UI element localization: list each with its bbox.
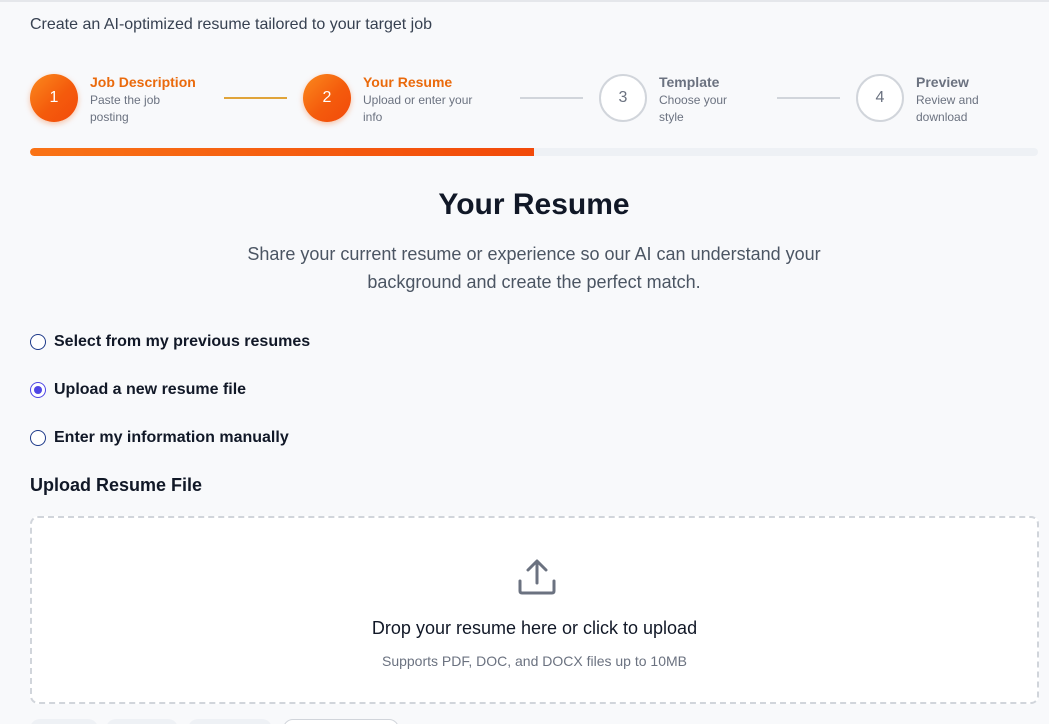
stepper: 1 Job Description Paste the job posting …: [30, 72, 1038, 124]
step-description-line: download: [916, 110, 968, 124]
step-title: Template: [659, 74, 720, 90]
section-title: Your Resume: [438, 188, 630, 221]
option-enter-manually[interactable]: Enter my information manually: [30, 426, 310, 450]
file-dropzone[interactable]: Drop your resume here or click to upload…: [30, 516, 1039, 704]
radio-label: Select from my previous resumes: [54, 333, 311, 350]
step-number-badge: 3: [599, 74, 647, 122]
step-connector: [777, 97, 840, 99]
dropzone-secondary-text: Supports PDF, DOC, and DOCX files up to …: [381, 653, 687, 669]
radio-button[interactable]: [30, 334, 46, 350]
upload-heading: Upload Resume File: [30, 475, 203, 495]
step-template[interactable]: 3 Template Choose your style: [599, 72, 727, 125]
top-divider: [0, 0, 1049, 2]
step-description-line: Paste the job: [90, 93, 161, 107]
step-job-description[interactable]: 1 Job Description Paste the job posting: [30, 72, 196, 125]
progress-bar: [30, 148, 1038, 156]
step-number-badge: 4: [856, 74, 904, 122]
step-connector: [224, 97, 287, 99]
tag-chip[interactable]: [188, 719, 272, 724]
step-title: Job Description: [90, 74, 196, 90]
step-description-line: Upload or enter your: [363, 93, 473, 107]
step-description-line: posting: [90, 110, 129, 124]
radio-button[interactable]: [30, 430, 46, 446]
page-subtitle: Create an AI-optimized resume tailored t…: [30, 16, 432, 33]
step-preview[interactable]: 4 Preview Review and download: [856, 72, 979, 125]
option-select-previous[interactable]: Select from my previous resumes: [30, 330, 310, 354]
step-your-resume[interactable]: 2 Your Resume Upload or enter your info: [303, 72, 472, 125]
step-connector: [520, 97, 583, 99]
resume-source-options: Select from my previous resumes Upload a…: [30, 330, 310, 474]
step-description-line: Review and: [916, 93, 979, 107]
option-upload-new[interactable]: Upload a new resume file: [30, 378, 310, 402]
step-title: Preview: [916, 74, 969, 90]
step-title: Your Resume: [363, 74, 453, 90]
tag-chip[interactable]: [106, 719, 178, 724]
radio-label: Upload a new resume file: [54, 381, 247, 398]
step-description-line: info: [363, 110, 383, 124]
step-number-badge: 2: [303, 74, 351, 122]
step-description-line: style: [659, 110, 684, 124]
step-number-badge: 1: [30, 74, 78, 122]
section-description: Share your current resume or experience …: [247, 244, 821, 292]
upload-icon: [518, 559, 556, 595]
radio-label: Enter my information manually: [54, 429, 289, 446]
progress-bar-fill: [30, 148, 534, 156]
step-description-line: Choose your: [659, 93, 728, 107]
tag-chip[interactable]: [30, 719, 98, 724]
dropzone-primary-text: Drop your resume here or click to upload: [371, 618, 698, 638]
resume-builder-page: Create an AI-optimized resume tailored t…: [0, 0, 1049, 724]
radio-button[interactable]: [30, 382, 46, 398]
tag-chip[interactable]: [283, 719, 399, 724]
